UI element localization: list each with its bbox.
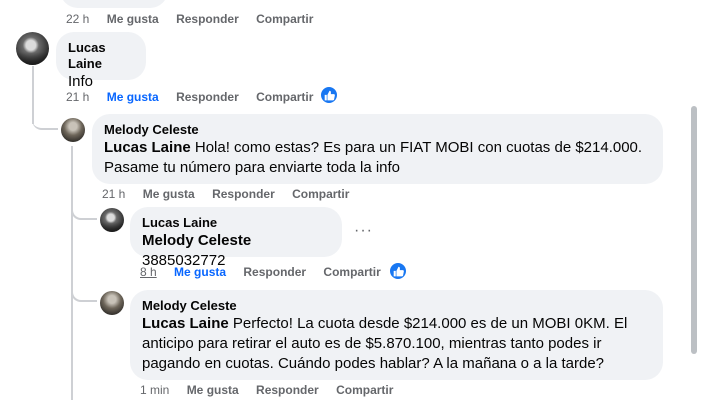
comment-author[interactable]: Melody Celeste [142,298,651,314]
like-icon[interactable] [320,86,338,104]
thread-connector [32,106,58,130]
comment-text: Pasame tu número para enviarte toda la i… [104,159,401,176]
comment-time[interactable]: 8 h [140,265,157,279]
like-link[interactable]: Me gusta [187,383,239,397]
thread-line [71,146,73,400]
comment-time[interactable]: 22 h [66,12,89,26]
like-link[interactable]: Me gusta [107,12,159,26]
like-link[interactable]: Me gusta [174,265,226,279]
reply-link[interactable]: Responder [176,90,239,104]
avatar[interactable] [61,118,85,142]
mention-link[interactable]: Lucas Laine [104,139,191,156]
thread-connector [71,196,97,220]
scrollbar[interactable] [691,106,697,354]
mention-link[interactable]: Lucas Laine [142,315,229,332]
reply-link[interactable]: Responder [256,383,319,397]
comment-text: Lucas Laine Hola! como estas? Es para un… [104,139,643,156]
comment-text: Lucas Laine Perfecto! La cuota desde $21… [142,315,628,332]
avatar[interactable] [100,291,124,315]
comment-bubble: Lucas Laine Info [56,32,146,90]
comment-author[interactable]: Lucas Laine [68,40,134,72]
comment-author[interactable]: Lucas Laine [142,215,330,231]
thread-connector [71,278,97,302]
comment-actions: 21 h Me gusta Responder Compartir [66,90,327,104]
comment-time[interactable]: 1 min [140,383,169,397]
avatar[interactable] [100,208,124,232]
comment-bubble: Melody Celeste Lucas Laine Perfecto! La … [130,290,663,380]
comment-bubble: Melody Celeste Lucas Laine Hola! como es… [92,114,663,184]
like-link[interactable]: Me gusta [143,187,195,201]
share-link[interactable]: Compartir [256,90,313,104]
comment-actions: 8 h Me gusta Responder Compartir [140,265,395,279]
comment-text: pagando en cuotas. Cuándo podes hablar? … [142,355,605,372]
comment-actions: 21 h Me gusta Responder Compartir [102,187,363,201]
share-link[interactable]: Compartir [256,12,313,26]
share-link[interactable]: Compartir [323,265,380,279]
reply-link[interactable]: Responder [212,187,275,201]
share-link[interactable]: Compartir [336,383,393,397]
reply-link[interactable]: Responder [243,265,306,279]
thumbs-up-icon [393,266,404,277]
more-options-button[interactable]: ··· [354,222,373,240]
comment-author[interactable]: Melody Celeste [104,122,651,138]
comment-text: Info [68,73,94,90]
comment-bubble: Lucas Laine Melody Celeste 3885032772 [130,207,342,269]
thumbs-up-icon [324,90,335,101]
like-link[interactable]: Me gusta [107,90,159,104]
comment-actions: 1 min Me gusta Responder Compartir [140,383,407,397]
comment-time[interactable]: 21 h [102,187,125,201]
like-icon[interactable] [389,262,407,280]
avatar[interactable] [16,32,49,65]
previous-comment-bubble [60,0,168,8]
reply-link[interactable]: Responder [176,12,239,26]
comment-text: anticipo para retirar el auto es de $5.8… [142,335,602,352]
mention-link[interactable]: Melody Celeste [142,232,251,249]
comment-time[interactable]: 21 h [66,90,89,104]
previous-comment-actions: 22 h Me gusta Responder Compartir [66,12,327,26]
share-link[interactable]: Compartir [292,187,349,201]
